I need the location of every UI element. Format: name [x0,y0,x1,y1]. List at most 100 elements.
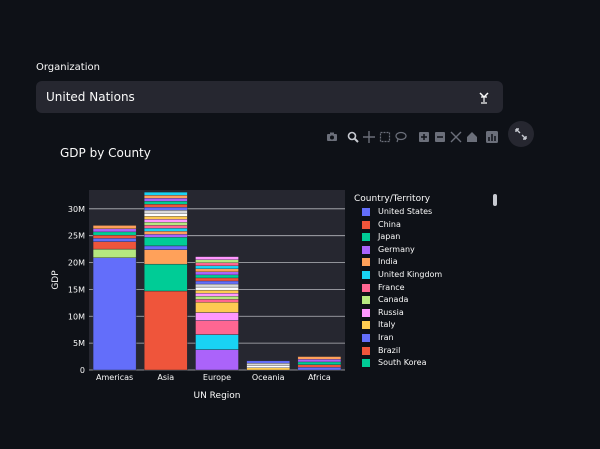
legend-swatch [362,321,370,330]
legend-label: Japan [378,232,401,242]
bar-segment [92,234,137,239]
bar-segment [195,259,239,263]
bar-segment [195,268,239,273]
bar-segment [195,283,239,288]
bar-segment [246,367,290,371]
x-tick-label: Americas [96,373,133,382]
bar-segment [144,204,188,208]
bar-segment [297,364,342,368]
bar-segment [195,334,239,350]
bar-segment [92,241,137,250]
legend-swatch [362,258,370,267]
legend-title: Country/Territory [354,194,431,204]
y-tick-label: 5M [73,339,85,348]
bar-segment [195,262,239,266]
legend-label: Russia [378,307,404,317]
y-axis-label: GDP [51,270,61,290]
y-tick-label: 25M [68,232,85,241]
bar-segment [297,367,342,371]
bar-segment [297,356,342,360]
bar-segment [92,231,137,236]
legend-swatch [362,233,370,242]
bar-segment [195,312,239,321]
legend-label: Italy [378,320,396,330]
legend-swatch [362,271,370,279]
bar-segment [144,191,188,196]
bar-segment [144,219,188,223]
legend-label: Brazil [378,345,401,355]
legend-scrollbar[interactable] [493,194,497,206]
bar-segment [144,195,188,199]
bar-segment [92,238,137,242]
legend-label: India [378,257,398,267]
bar-segment [195,320,239,335]
legend-label: United Kingdom [378,270,443,279]
bar-segment [144,210,188,214]
bar-segment [195,265,239,269]
bar-segment [92,257,137,371]
bar-segment [144,225,188,229]
legend-label: Iran [378,333,394,342]
bar-segment [144,213,188,217]
bar-segment [144,216,188,220]
bar-segment [144,263,188,292]
legend-label: Germany [378,244,415,254]
x-tick-label: Asia [157,373,174,382]
bar-segment [144,245,188,250]
bar-segment [195,256,239,260]
legend-swatch [362,296,370,305]
legend-label: South Korea [378,358,427,368]
legend-swatch [362,334,370,342]
legend-label: Canada [378,295,409,305]
y-tick-label: 30M [68,205,85,214]
bar-segment [246,362,290,366]
bar-segment [195,274,239,279]
bar-segment [144,201,188,205]
bar-segment [144,234,188,238]
legend-swatch [362,359,370,368]
bar-segment [195,289,239,294]
bar-segment [144,228,188,232]
bar-segment [195,293,239,297]
bar-segment [144,222,188,226]
bar-segment [144,231,188,235]
y-tick-label: 10M [68,312,85,321]
legend-swatch [362,208,370,216]
legend-swatch [362,308,370,317]
bar-segment [92,228,137,233]
x-axis-label: UN Region [194,391,241,401]
legend-label: France [378,282,405,292]
bar-segment [195,349,239,371]
legend-label: China [378,219,401,229]
legend-swatch [362,283,370,292]
legend-swatch [362,245,370,254]
bar-segment [195,299,239,303]
bar-segment [246,365,290,368]
bar-segment [297,361,342,365]
bar-segment [297,359,342,363]
bar-segment [144,290,188,371]
bar-segment [195,286,239,291]
bar-segment [144,198,188,202]
y-tick-label: 0 [80,366,85,375]
y-tick-label: 20M [68,259,85,268]
legend-swatch [362,346,370,355]
bar-segment [195,302,239,313]
bar-segment [195,296,239,300]
bar-segment [195,280,239,285]
bar-segment [195,277,239,282]
bar-chart: 0 5M 10M 15M 20M 25M 30M Americas Asia Europe Ocea… [51,190,345,401]
bar-segment [92,248,137,258]
x-tick-label: Africa [308,373,331,382]
x-tick-label: Oceania [252,373,285,382]
bar-segment [144,249,188,265]
bar-segment [144,207,188,211]
x-tick-label: Europe [203,373,231,382]
bar-segment [195,271,239,276]
bar-segment [246,360,290,364]
bar-segment [92,225,137,229]
legend-swatch [362,220,370,229]
legend-label: United States [378,207,433,216]
y-tick-label: 15M [68,285,85,294]
bar-segment [144,237,188,247]
